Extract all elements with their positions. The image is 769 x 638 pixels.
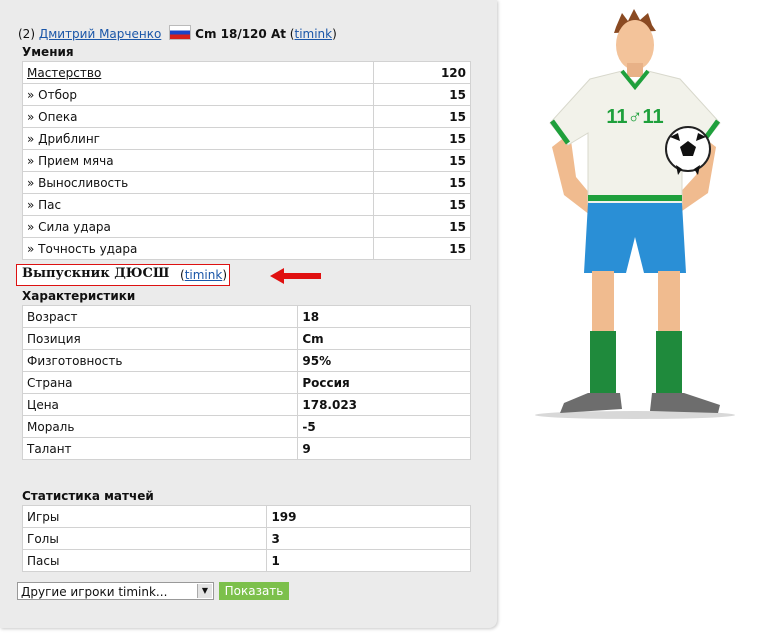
player-panel: (2) Дмитрий Марченко Cm 18/120 At (timin… <box>0 0 497 628</box>
skill-label: » Опека <box>21 105 375 128</box>
table-row: Цена 178.023 <box>21 393 471 416</box>
table-row: Возраст 18 <box>21 305 471 328</box>
table-row: Талант 9 <box>21 437 471 460</box>
player-neck <box>627 63 643 77</box>
player-position-age: Cm 18/120 At <box>195 27 286 41</box>
skill-value: 15 <box>373 83 471 106</box>
owner-link[interactable]: timink <box>294 27 332 41</box>
player-header: (2) Дмитрий Марченко Cm 18/120 At (timin… <box>18 25 337 41</box>
graduate-close-paren: ) <box>222 268 227 282</box>
characteristics-title: Характеристики <box>22 289 136 303</box>
player-left-boot <box>560 393 622 413</box>
player-number: (2) <box>18 27 35 41</box>
other-players-select-value: Другие игроки timink... <box>21 585 168 599</box>
skill-value: 15 <box>373 149 471 172</box>
table-row: » Точность удара 15 <box>21 237 471 260</box>
stat-value: 3 <box>266 527 471 550</box>
skill-label-mastery-link[interactable]: Мастерство <box>27 66 101 80</box>
shirt-logo: 11♂11 <box>606 106 663 128</box>
table-row: » Дриблинг 15 <box>21 127 471 150</box>
skills-table: Мастерство 120 » Отбор 15 » Опека 15 » Дриб… <box>21 61 471 260</box>
skill-value: 15 <box>373 127 471 150</box>
table-row: Игры 199 <box>21 505 471 528</box>
player-right-leg <box>658 271 680 333</box>
table-row: Физготовность 95% <box>21 349 471 372</box>
skill-value: 120 <box>373 61 471 84</box>
shirt-hem <box>588 195 682 201</box>
table-row: Голы 3 <box>21 527 471 550</box>
char-label: Позиция <box>21 327 299 350</box>
russia-flag-icon <box>169 25 192 40</box>
skill-value: 15 <box>373 193 471 216</box>
char-label: Талант <box>21 437 299 460</box>
player-right-boot <box>650 393 720 413</box>
player-avatar-illustration: 11♂11 <box>535 9 735 419</box>
player-right-sock <box>656 331 682 397</box>
char-label: Цена <box>21 393 299 416</box>
table-row: » Сила удара 15 <box>21 215 471 238</box>
stat-label: Игры <box>21 505 268 528</box>
match-stats-title: Статистика матчей <box>22 489 154 503</box>
chevron-down-icon[interactable]: ▼ <box>197 584 212 598</box>
skill-value: 15 <box>373 215 471 238</box>
char-value: 18 <box>297 305 471 328</box>
skill-label: » Выносливость <box>21 171 375 194</box>
skill-label: » Сила удара <box>21 215 375 238</box>
stat-label: Пасы <box>21 549 268 572</box>
char-label: Физготовность <box>21 349 299 372</box>
skill-value: 15 <box>373 237 471 260</box>
player-left-sock <box>590 331 616 397</box>
skills-title: Умения <box>22 45 74 59</box>
char-label: Возраст <box>21 305 299 328</box>
table-row: » Опека 15 <box>21 105 471 128</box>
graduate-owner-link[interactable]: timink <box>185 268 223 282</box>
stat-value: 199 <box>266 505 471 528</box>
char-value: 95% <box>297 349 471 372</box>
graduate-link-wrap: (timink) <box>180 268 227 282</box>
char-label: Мораль <box>21 415 299 438</box>
char-value: 178.023 <box>297 393 471 416</box>
owner-close-paren: ) <box>332 27 337 41</box>
table-row: Мастерство 120 <box>21 61 471 84</box>
stat-value: 1 <box>266 549 471 572</box>
table-row: Страна Россия <box>21 371 471 394</box>
match-stats-table: Игры 199 Голы 3 Пасы 1 <box>21 505 471 572</box>
table-row: Позиция Cm <box>21 327 471 350</box>
graduate-box: Выпускник ДЮСШ (timink) <box>16 264 230 286</box>
stat-label: Голы <box>21 527 268 550</box>
skill-label: » Пас <box>21 193 375 216</box>
table-row: » Прием мяча 15 <box>21 149 471 172</box>
skill-label: » Прием мяча <box>21 149 375 172</box>
char-value: -5 <box>297 415 471 438</box>
char-value: 9 <box>297 437 471 460</box>
player-name-link[interactable]: Дмитрий Марченко <box>39 27 161 41</box>
skill-value: 15 <box>373 171 471 194</box>
skill-label: » Отбор <box>21 83 375 106</box>
show-button[interactable]: Показать <box>219 582 289 600</box>
other-players-select[interactable]: Другие игроки timink... ▼ <box>17 582 214 600</box>
player-shorts <box>584 203 686 273</box>
graduate-label: Выпускник ДЮСШ <box>22 266 170 281</box>
skill-label: » Дриблинг <box>21 127 375 150</box>
player-head <box>616 20 654 70</box>
char-value: Cm <box>297 327 471 350</box>
player-left-leg <box>592 271 614 333</box>
char-value: Россия <box>297 371 471 394</box>
skill-label: » Точность удара <box>21 237 375 260</box>
skill-value: 15 <box>373 105 471 128</box>
table-row: » Пас 15 <box>21 193 471 216</box>
char-label: Страна <box>21 371 299 394</box>
table-row: » Выносливость 15 <box>21 171 471 194</box>
table-row: Мораль -5 <box>21 415 471 438</box>
table-row: » Отбор 15 <box>21 83 471 106</box>
red-arrow-icon <box>270 268 321 284</box>
table-row: Пасы 1 <box>21 549 471 572</box>
characteristics-table: Возраст 18 Позиция Cm Физготовность 95% Стр… <box>21 305 471 460</box>
